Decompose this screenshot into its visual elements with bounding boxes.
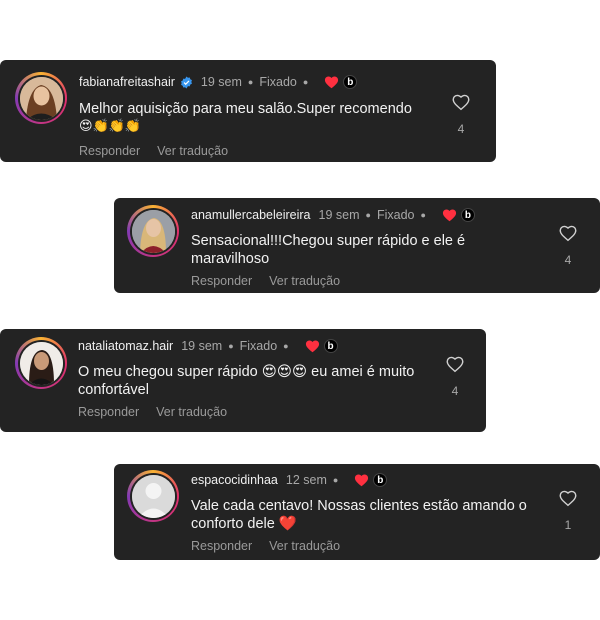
separator-dot: ● (332, 475, 339, 485)
creator-liked-heart-icon (442, 208, 457, 222)
separator-dot: ● (302, 77, 309, 87)
reply-button[interactable]: Responder (79, 144, 140, 158)
comment-text: Sensacional!!!Chegou super rápido e ele … (191, 233, 466, 267)
heart-outline-icon[interactable] (445, 355, 465, 378)
default-profile-avatar (131, 474, 175, 518)
separator-dot: ● (228, 341, 234, 351)
dark-hair-woman-avatar (19, 341, 63, 385)
author-avatar-badge: b (373, 473, 388, 487)
comment-time: 19 sem (181, 339, 223, 353)
creator-liked-heart-icon (354, 473, 369, 487)
username[interactable]: nataliatomaz.hair (78, 339, 173, 353)
separator-dot: ● (283, 341, 289, 351)
comment-card: espacocidinhaa 12 sem ● b Vale cada cent… (114, 464, 600, 560)
username[interactable]: espacocidinhaa (191, 473, 278, 487)
like-count: 4 (451, 384, 459, 398)
see-translation-button[interactable]: Ver tradução (269, 539, 340, 553)
woman-long-hair-avatar (19, 76, 63, 120)
avatar[interactable] (127, 205, 179, 257)
separator-dot: ● (420, 210, 426, 220)
avatar[interactable] (15, 72, 67, 124)
pinned-label: Fixado (376, 208, 415, 222)
see-translation-button[interactable]: Ver tradução (157, 144, 228, 158)
comment-text: Melhor aquisição para meu salão.Super re… (79, 101, 412, 134)
author-avatar-badge: b (323, 339, 338, 353)
username[interactable]: fabianafreitashair (79, 75, 175, 89)
separator-dot: ● (365, 210, 371, 220)
author-avatar-badge: b (460, 208, 475, 222)
reply-button[interactable]: Responder (191, 274, 252, 288)
see-translation-button[interactable]: Ver tradução (269, 274, 340, 288)
creator-liked-heart-icon (305, 339, 320, 353)
like-count: 1 (564, 518, 572, 532)
comment-card: nataliatomaz.hair 19 sem ● Fixado ● b O … (0, 329, 486, 432)
heart-outline-icon[interactable] (558, 224, 578, 247)
comment-text: O meu chegou super rápido 😍😍😍 eu amei é … (78, 364, 415, 398)
comment-card: fabianafreitashair 19 sem ● Fixado ● b M… (0, 60, 496, 162)
reply-button[interactable]: Responder (191, 539, 252, 553)
heart-outline-icon[interactable] (451, 93, 471, 116)
separator-dot: ● (247, 77, 254, 87)
avatar[interactable] (15, 337, 67, 389)
like-count: 4 (457, 122, 465, 136)
username[interactable]: anamullercabeleireira (191, 208, 311, 222)
author-avatar-badge: b (343, 75, 358, 89)
pinned-label: Fixado (259, 75, 297, 89)
pinned-label: Fixado (239, 339, 278, 353)
comment-time: 19 sem (318, 208, 360, 222)
like-count: 4 (564, 253, 572, 267)
comment-time: 19 sem (200, 75, 242, 89)
reply-button[interactable]: Responder (78, 405, 139, 419)
blonde-woman-avatar (131, 209, 175, 253)
comment-time: 12 sem (285, 473, 327, 487)
comment-card: anamullercabeleireira 19 sem ● Fixado ● … (114, 198, 600, 293)
comment-text: Vale cada centavo! Nossas clientes estão… (191, 498, 527, 532)
verified-badge-icon (180, 76, 193, 89)
creator-liked-heart-icon (324, 75, 339, 89)
avatar[interactable] (127, 470, 179, 522)
heart-outline-icon[interactable] (558, 489, 578, 512)
see-translation-button[interactable]: Ver tradução (156, 405, 227, 419)
